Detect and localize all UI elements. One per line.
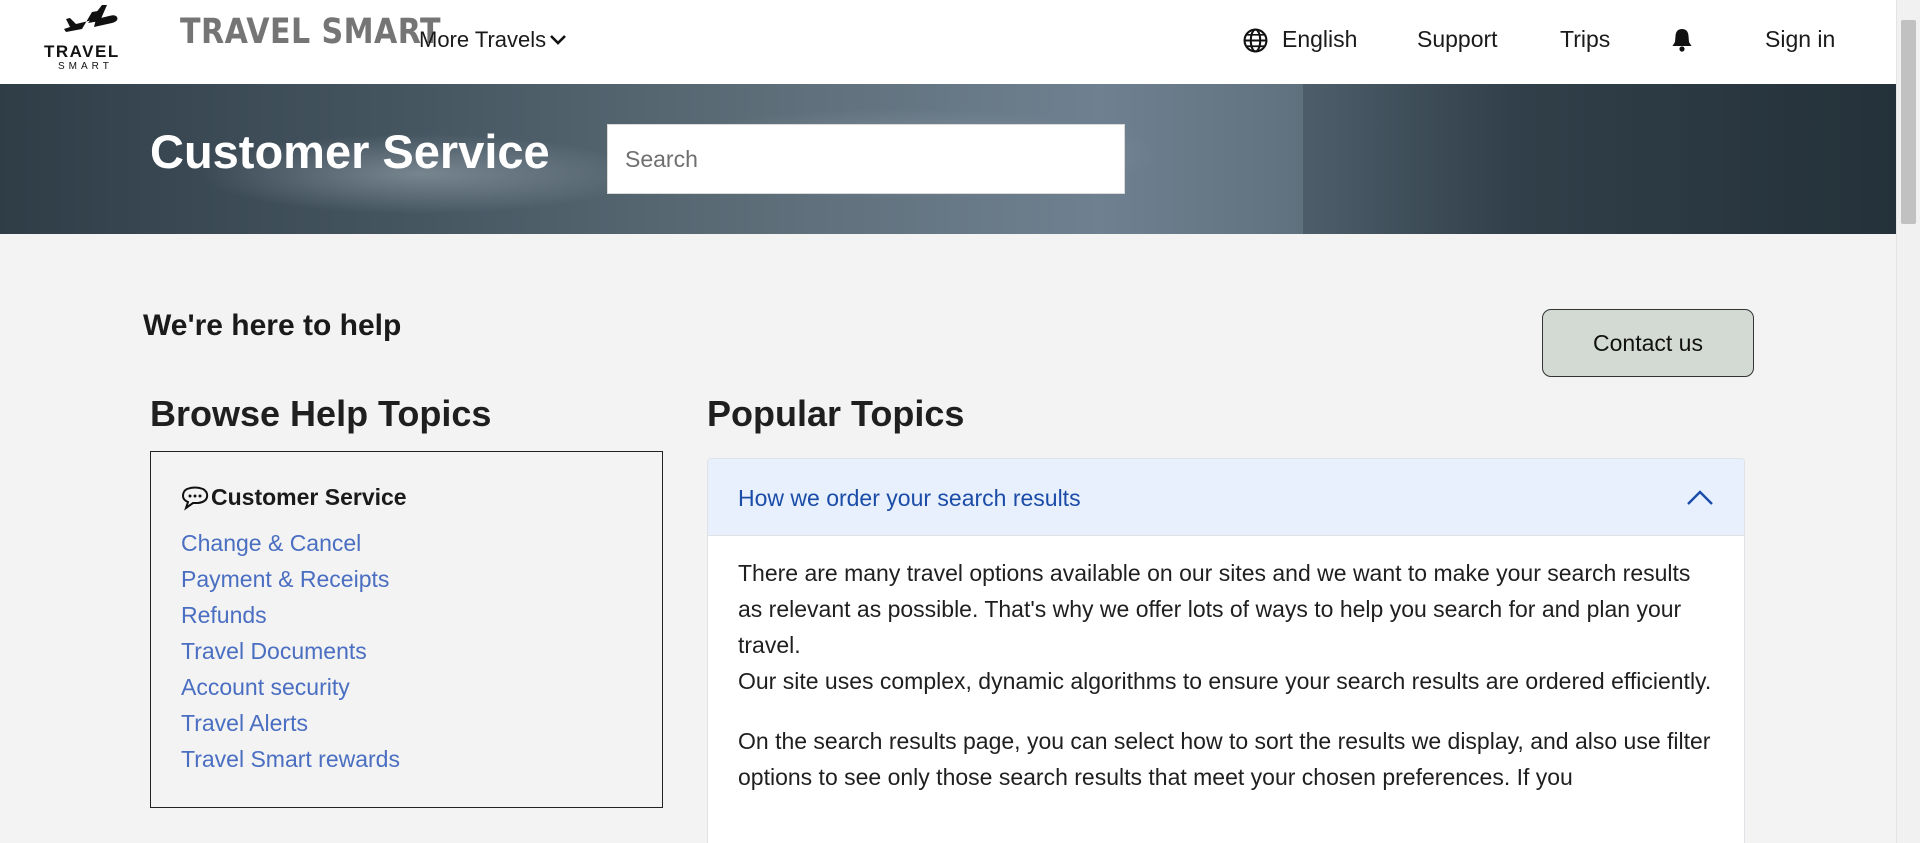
topic-payment-receipts: Payment & Receipts: [181, 566, 400, 602]
contact-us-button[interactable]: Contact us: [1542, 309, 1754, 377]
more-travels-dropdown[interactable]: More Travels: [419, 27, 567, 53]
sign-in-link[interactable]: Sign in: [1765, 26, 1835, 53]
topic-travel-smart-rewards: Travel Smart rewards: [181, 746, 400, 782]
globe-icon[interactable]: [1243, 28, 1268, 53]
help-topics-list: Change & Cancel Payment & Receipts Refun…: [181, 530, 400, 782]
search-input[interactable]: [607, 124, 1125, 194]
bell-icon[interactable]: [1670, 27, 1694, 53]
topic-link[interactable]: Travel Documents: [181, 638, 367, 664]
hero-banner: Customer Service: [0, 84, 1896, 234]
topic-link[interactable]: Change & Cancel: [181, 530, 361, 556]
topic-account-security: Account security: [181, 674, 400, 710]
hero-image-panel: [1303, 84, 1896, 234]
accordion-paragraph: Our site uses complex, dynamic algorithm…: [738, 668, 1712, 694]
topic-link[interactable]: Payment & Receipts: [181, 566, 389, 592]
support-link[interactable]: Support: [1417, 26, 1498, 53]
topic-travel-documents: Travel Documents: [181, 638, 400, 674]
topic-link[interactable]: Refunds: [181, 602, 267, 628]
topic-change-cancel: Change & Cancel: [181, 530, 400, 566]
browse-panel-heading-text: Customer Service: [211, 484, 407, 510]
scrollbar-thumb[interactable]: [1901, 20, 1916, 224]
accordion-paragraph: There are many travel options available …: [738, 560, 1691, 658]
trips-link[interactable]: Trips: [1560, 26, 1610, 53]
topic-travel-alerts: Travel Alerts: [181, 710, 400, 746]
travel-smart-logo[interactable]: TRAVEL SMART: [40, 2, 140, 74]
popular-topics-heading: Popular Topics: [707, 393, 965, 434]
accordion-header[interactable]: How we order your search results: [708, 459, 1744, 536]
popular-topic-accordion: How we order your search results There a…: [707, 458, 1745, 843]
accordion-paragraph: On the search results page, you can sele…: [738, 728, 1711, 790]
top-navigation-bar: TRAVEL SMART TRAVEL SMART More Travels E…: [0, 0, 1896, 84]
logo-text-travel: TRAVEL: [44, 42, 120, 61]
topic-link[interactable]: Travel Smart rewards: [181, 746, 400, 772]
brand-name[interactable]: TRAVEL SMART: [180, 12, 441, 52]
accordion-content: There are many travel options available …: [738, 555, 1718, 819]
more-travels-label: More Travels: [419, 27, 547, 52]
browse-topics-heading: Browse Help Topics: [150, 393, 492, 434]
browse-topics-panel: Customer Service Change & Cancel Payment…: [150, 451, 663, 808]
accordion-title: How we order your search results: [738, 485, 1081, 511]
page-scrollbar[interactable]: [1896, 0, 1920, 843]
topic-refunds: Refunds: [181, 602, 400, 638]
chevron-up-icon[interactable]: [1686, 488, 1714, 506]
page-title: Customer Service: [150, 125, 550, 178]
topic-link[interactable]: Travel Alerts: [181, 710, 308, 736]
language-selector[interactable]: English: [1282, 26, 1357, 53]
logo-text-smart: SMART: [58, 61, 113, 72]
topic-link[interactable]: Account security: [181, 674, 350, 700]
chevron-down-icon: [550, 35, 567, 45]
airplane-icon: [64, 5, 118, 32]
browse-panel-heading: Customer Service: [181, 484, 407, 511]
chat-bubble-icon: [181, 486, 209, 511]
help-heading: We're here to help: [143, 309, 402, 342]
